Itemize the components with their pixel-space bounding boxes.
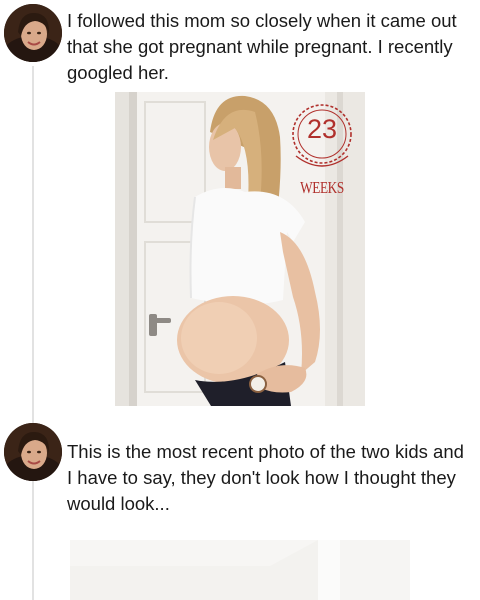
badge-label: WEEKS <box>300 178 344 197</box>
avatar[interactable] <box>4 4 62 62</box>
room-photo <box>70 540 410 600</box>
weeks-badge: 23 WEEKS <box>282 100 362 200</box>
post-photo[interactable]: 23 WEEKS <box>115 92 365 406</box>
badge-number: 23 <box>306 114 338 144</box>
avatar-image <box>4 4 62 62</box>
avatar[interactable] <box>4 423 62 481</box>
avatar-image <box>4 423 62 481</box>
thread-line <box>32 66 34 600</box>
post-photo[interactable] <box>70 540 410 600</box>
post-text: I followed this mom so closely when it c… <box>67 10 457 83</box>
post-text: This is the most recent photo of the two… <box>67 441 464 514</box>
